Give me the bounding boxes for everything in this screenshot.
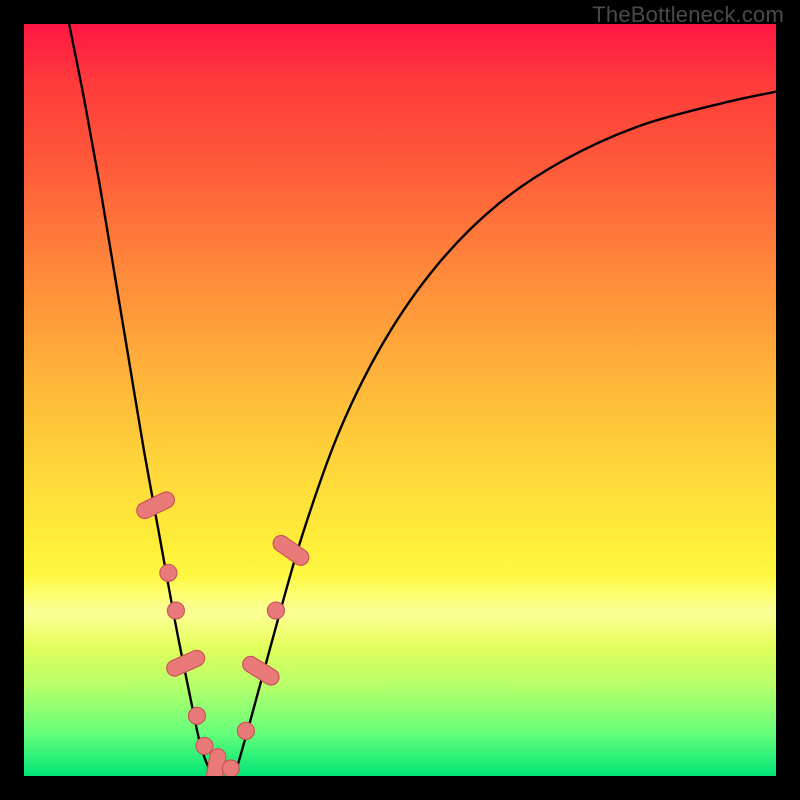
bead-11	[270, 532, 312, 568]
bead-7	[222, 760, 239, 776]
bead-1	[160, 564, 177, 581]
bead-8	[237, 722, 254, 739]
plot-area	[24, 24, 776, 776]
watermark-text: TheBottleneck.com	[592, 2, 784, 28]
chart-frame: TheBottleneck.com	[0, 0, 800, 800]
bead-10	[267, 602, 284, 619]
bead-4	[188, 707, 205, 724]
curve-right-branch	[235, 92, 776, 776]
bead-5	[196, 737, 213, 754]
bead-2	[167, 602, 184, 619]
beads-group	[134, 489, 312, 776]
curve-layer	[24, 24, 776, 776]
